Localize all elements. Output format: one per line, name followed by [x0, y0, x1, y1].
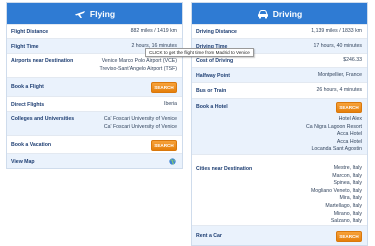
city-item: Mirano, Italy	[333, 210, 362, 217]
hotel-item: Locanda Sant Agostin	[311, 146, 362, 153]
view-map-row[interactable]: View Map	[7, 153, 182, 168]
cities-list: Mestre, Italy Marcon, Italy Spinea, Ital…	[311, 165, 362, 226]
book-hotel-search-button[interactable]: SEARCH	[336, 102, 362, 113]
driving-distance-label: Driving Distance	[196, 29, 237, 35]
hotel-item: Acca Hotel	[336, 138, 362, 145]
halfway-row: Halfway Point Montpellier, France	[192, 67, 367, 82]
book-flight-label: Book a Flight	[11, 84, 44, 90]
cities-row: Cities near Destination Mestre, Italy Ma…	[192, 154, 367, 225]
city-item: Mestre, Italy	[333, 165, 362, 171]
flight-distance-row: Flight Distance 882 miles / 1419 km	[7, 24, 182, 38]
bus-train-row: Bus or Train 26 hours, 4 minutes	[192, 82, 367, 98]
colleges-label: Colleges and Universities	[11, 116, 75, 122]
city-item: Spinea, Italy	[333, 180, 362, 187]
city-item: Martellago, Italy	[325, 202, 362, 209]
city-item: Mira, Italy	[339, 195, 362, 202]
cost-label: Cost of Driving	[196, 58, 234, 64]
driving-distance-row: Driving Distance 1,139 miles / 1833 km	[192, 24, 367, 38]
airport-item: Treviso-Sant'Angelo Airport (TSF)	[99, 65, 177, 72]
driving-panel: Driving Driving Distance 1,139 miles / 1…	[191, 2, 368, 246]
direct-flights-value: Iberia	[164, 101, 177, 107]
direct-flights-row: Direct Flights Iberia	[7, 96, 182, 111]
hotel-item: Hotel Alex	[338, 116, 362, 122]
book-vacation-row: Book a Vacation SEARCH	[7, 135, 182, 153]
driving-time-value: 17 hours, 40 minutes	[313, 43, 362, 49]
city-item: Marcon, Italy	[332, 172, 362, 179]
airport-item: Venice Marco Polo Airport (VCE)	[101, 58, 177, 64]
rent-car-label: Rent a Car	[196, 233, 222, 239]
flying-panel: Flying Flight Distance 882 miles / 1419 …	[6, 2, 183, 169]
halfway-value: Montpellier, France	[317, 72, 362, 78]
hotel-item: Ca Nigra Lagoon Resort	[306, 123, 362, 130]
flying-header: Flying	[7, 3, 182, 24]
cities-label: Cities near Destination	[196, 166, 253, 172]
driving-distance-value: 1,139 miles / 1833 km	[311, 28, 362, 34]
book-vacation-label: Book a Vacation	[11, 142, 52, 148]
rent-car-row: Rent a Car SEARCH	[192, 225, 367, 245]
bus-train-label: Bus or Train	[196, 88, 227, 94]
flight-time-label: Flight Time	[11, 44, 39, 50]
flight-time-tooltip: CLICK to get the flight time from Madrid…	[145, 48, 254, 57]
halfway-label: Halfway Point	[196, 73, 231, 79]
college-item: Ca' Foscari University of Venice	[103, 116, 177, 122]
flight-distance-label: Flight Distance	[11, 29, 49, 35]
book-vacation-search-button[interactable]: SEARCH	[151, 140, 177, 151]
hotel-list: Hotel Alex Ca Nigra Lagoon Resort Acca H…	[306, 116, 362, 154]
flying-title: Flying	[89, 8, 116, 19]
airports-label: Airports near Destination	[11, 58, 74, 64]
view-map-link[interactable]: View Map	[11, 159, 35, 165]
globe-icon[interactable]	[169, 158, 176, 165]
book-hotel-label: Book a Hotel	[196, 104, 228, 110]
airplane-icon	[74, 10, 85, 18]
driving-title: Driving	[272, 8, 303, 19]
college-item: Ca' Foscari University of Venice	[103, 123, 177, 130]
colleges-row: Colleges and Universities Ca' Foscari Un…	[7, 111, 182, 135]
hotel-item: Acca Hotel	[336, 131, 362, 138]
direct-flights-label: Direct Flights	[11, 102, 45, 108]
flight-distance-value: 882 miles / 1419 km	[130, 28, 177, 34]
bus-train-value: 26 hours, 4 minutes	[316, 87, 362, 93]
city-item: Mogliano Veneto, Italy	[310, 187, 362, 194]
rent-car-search-button[interactable]: SEARCH	[336, 231, 362, 242]
colleges-values: Ca' Foscari University of Venice Ca' Fos…	[104, 116, 177, 131]
driving-header: Driving	[192, 3, 367, 24]
car-icon	[257, 9, 268, 18]
book-hotel-row: Book a Hotel SEARCH Hotel Alex Ca Nigra …	[192, 98, 367, 154]
cost-value: $246.33	[343, 57, 362, 63]
book-flight-row: Book a Flight SEARCH	[7, 77, 182, 96]
book-flight-search-button[interactable]: SEARCH	[151, 82, 177, 93]
airports-values: Venice Marco Polo Airport (VCE) Treviso-…	[100, 58, 177, 73]
